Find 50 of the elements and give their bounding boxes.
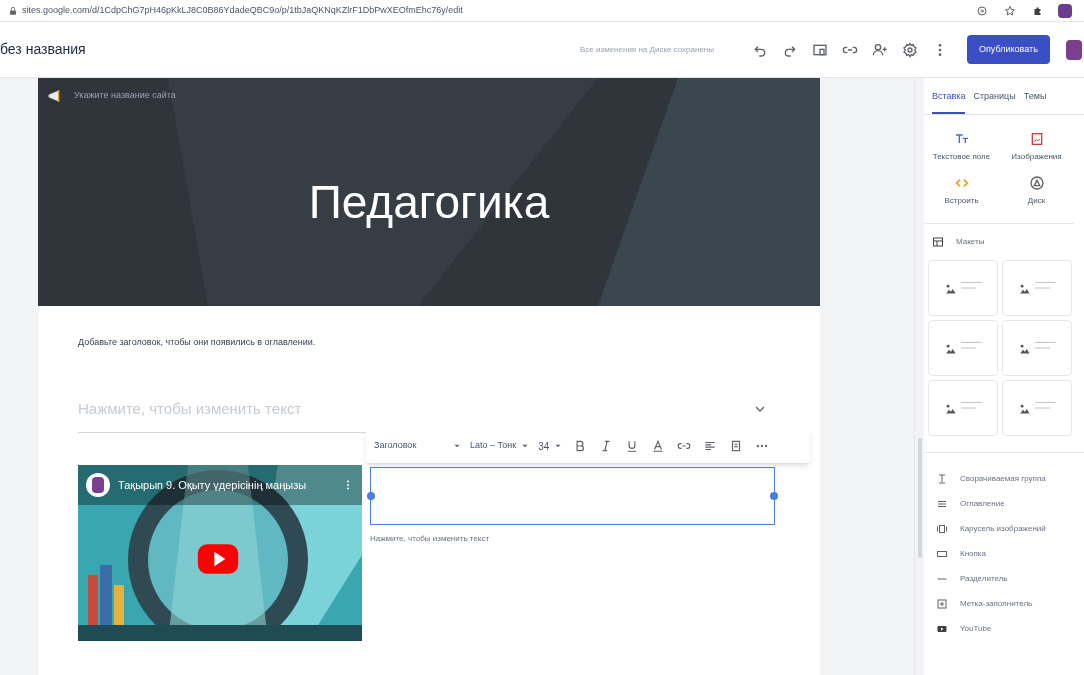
layout-thumbnail[interactable] xyxy=(1002,379,1072,436)
resize-handle[interactable] xyxy=(367,492,375,500)
component-item[interactable]: Карусель изображений xyxy=(936,522,1084,535)
publish-button[interactable]: Опубликовать xyxy=(967,34,1050,65)
page-title[interactable]: Педагогика xyxy=(38,168,820,237)
avatar-icon[interactable] xyxy=(1065,39,1082,60)
save-status: Все изменения на Диске сохранены xyxy=(580,43,716,56)
component-item[interactable]: Разделитель xyxy=(936,572,1084,585)
panel-tab[interactable]: Страницы xyxy=(973,90,1016,114)
insert-tile[interactable]: Встроить xyxy=(924,174,999,207)
text-color-icon[interactable] xyxy=(651,439,666,453)
document-title[interactable]: без названия xyxy=(0,39,580,60)
layout-icon xyxy=(932,235,944,248)
settings-icon[interactable] xyxy=(902,41,918,58)
font-dropdown[interactable]: Lato – Тонк xyxy=(470,439,531,453)
layout-thumbnail[interactable] xyxy=(928,259,998,316)
component-item[interactable]: Кнопка xyxy=(936,547,1084,560)
add-person-icon[interactable] xyxy=(872,41,888,58)
component-item[interactable]: YouTube xyxy=(936,622,1084,635)
scrollbar[interactable] xyxy=(917,438,922,558)
text-hint: Нажмите, чтобы изменить текст xyxy=(370,533,490,545)
video-embed[interactable]: Тақырып 9. Оқыту үдерісінің маңызы xyxy=(78,465,362,641)
toc-hint: Добавьте заголовок, чтобы они появились в оглавлении. xyxy=(77,336,317,349)
collapse-icon xyxy=(936,472,948,485)
insert-tile[interactable]: Текстовое поле xyxy=(924,130,999,163)
panel-tab[interactable]: Темы xyxy=(1023,90,1047,114)
layouts-label: Макеты xyxy=(956,235,985,248)
panel-tab[interactable]: Вставка xyxy=(932,90,966,114)
carousel-icon xyxy=(936,522,948,535)
url-field[interactable]: sites.google.com/d/1CdpChG7pH46pKkLJ8C0B86YdadeQBC9o/p/1tbJaQKNqKZlrF1DbPwXEOfmEhc76y/edit xyxy=(22,3,463,18)
layout-thumbnail[interactable] xyxy=(928,379,998,436)
layout-thumbnail[interactable] xyxy=(1002,319,1072,376)
component-item[interactable]: Сворачиваемая группа xyxy=(936,472,1084,485)
site-name-field[interactable]: Укажите название сайта xyxy=(74,89,176,103)
text-box[interactable] xyxy=(370,467,775,525)
component-item[interactable]: Метка-заполнитель xyxy=(936,597,1084,610)
layout-thumbnail[interactable] xyxy=(1002,259,1072,316)
align-icon[interactable] xyxy=(703,439,718,453)
insert-tile[interactable]: Диск xyxy=(999,174,1074,207)
style-dropdown[interactable]: Заголовок xyxy=(374,439,462,453)
component-item[interactable]: Оглавление xyxy=(936,497,1084,510)
star-icon[interactable] xyxy=(1004,4,1016,17)
placeholder-icon xyxy=(936,597,948,610)
lock-icon xyxy=(8,5,18,16)
layout-thumbnail[interactable] xyxy=(928,319,998,376)
insert-tile[interactable]: Изображения xyxy=(999,130,1074,163)
resize-handle[interactable] xyxy=(770,492,778,500)
avatar-icon[interactable] xyxy=(1058,3,1072,18)
size-dropdown[interactable]: 34 xyxy=(538,438,564,454)
drive-icon xyxy=(1028,174,1045,191)
